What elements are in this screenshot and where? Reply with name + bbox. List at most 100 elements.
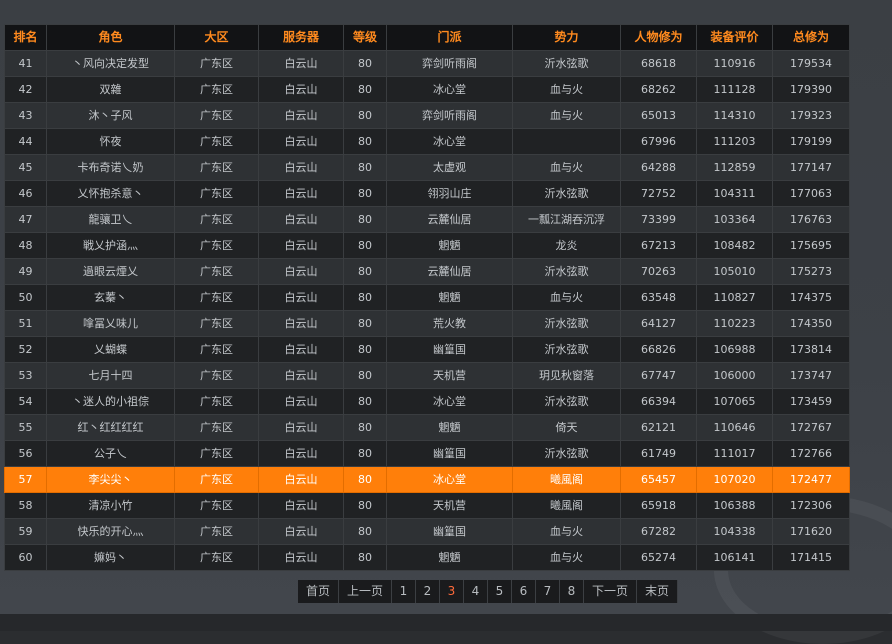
table-cell: 沂水弦歌 bbox=[512, 310, 621, 337]
table-cell: 魍魉 bbox=[386, 544, 513, 571]
table-cell: 怀夜 bbox=[46, 128, 175, 155]
table-cell: 80 bbox=[343, 544, 387, 571]
table-cell: 白云山 bbox=[258, 154, 344, 181]
table-row[interactable]: 43 沐丶子风 广东区 白云山 80 弈剑听雨阁 血与火 65013 114310 179323 bbox=[4, 102, 850, 129]
table-cell: 103364 bbox=[696, 206, 773, 233]
table-row[interactable]: 56 公子乀 广东区 白云山 80 幽篁国 沂水弦歌 61749 111017 172766 bbox=[4, 440, 850, 467]
table-cell: 179390 bbox=[772, 76, 850, 103]
table-cell: 63548 bbox=[620, 284, 697, 311]
table-cell: 沂水弦歌 bbox=[512, 180, 621, 207]
table-cell: 80 bbox=[343, 492, 387, 519]
table-row[interactable]: 48 戦乂护涵灬 广东区 白云山 80 魍魉 龙炎 67213 108482 175695 bbox=[4, 232, 850, 259]
table-row[interactable]: 55 红丶红红红红 广东区 白云山 80 魍魉 倚天 62121 110646 172767 bbox=[4, 414, 850, 441]
table-cell: 62121 bbox=[620, 414, 697, 441]
table-row[interactable]: 59 快乐的开心灬 广东区 白云山 80 幽篁国 血与火 67282 104338 171620 bbox=[4, 518, 850, 545]
table-cell: 沐丶子风 bbox=[46, 102, 175, 129]
table-cell: 177063 bbox=[772, 180, 850, 207]
table-cell: 111128 bbox=[696, 76, 773, 103]
next-page-button[interactable]: 下一页 bbox=[584, 580, 637, 603]
table-cell: 广东区 bbox=[174, 284, 259, 311]
table-cell: 太虚观 bbox=[386, 154, 513, 181]
table-cell: 卡布奇诺乀奶 bbox=[46, 154, 175, 181]
table-row[interactable]: 50 玄蓁丶 广东区 白云山 80 魍魉 血与火 63548 110827 174375 bbox=[4, 284, 850, 311]
column-header: 等级 bbox=[343, 24, 387, 51]
table-cell: 72752 bbox=[620, 180, 697, 207]
table-cell: 云麓仙居 bbox=[386, 258, 513, 285]
table-cell: 沂水弦歌 bbox=[512, 258, 621, 285]
ranking-table: 排名 角色 大区 服务器 等级 门派 势力 人物修为 装备评价 总修为 41 丶风向决定发型 广东区白… bbox=[4, 24, 850, 571]
page-number-button[interactable]: 2 bbox=[416, 580, 440, 603]
table-row[interactable]: 57 李尖尖丶 广东区 白云山 80 冰心堂 曦風阁 65457 107020 172477 bbox=[4, 466, 850, 493]
table-cell: 弈剑听雨阁 bbox=[386, 50, 513, 77]
table-cell: 广东区 bbox=[174, 440, 259, 467]
page-number-button[interactable]: 4 bbox=[464, 580, 488, 603]
table-cell: 血与火 bbox=[512, 102, 621, 129]
table-cell: 广东区 bbox=[174, 388, 259, 415]
table-cell: 67747 bbox=[620, 362, 697, 389]
prev-page-button[interactable]: 上一页 bbox=[339, 580, 392, 603]
table-cell: 幽篁国 bbox=[386, 518, 513, 545]
table-cell: 曦風阁 bbox=[512, 466, 621, 493]
table-cell: 龙炎 bbox=[512, 232, 621, 259]
table-cell: 80 bbox=[343, 336, 387, 363]
last-page-button[interactable]: 末页 bbox=[637, 580, 678, 603]
page-number-button: 3 bbox=[440, 580, 464, 603]
table-row[interactable]: 53 七月十四 广东区 白云山 80 天机营 玥见秋窗落 67747 106000 173747 bbox=[4, 362, 850, 389]
table-row[interactable]: 44 怀夜 广东区 白云山 80 冰心堂 67996 111203 179199 bbox=[4, 128, 850, 155]
table-cell: 白云山 bbox=[258, 492, 344, 519]
table-cell: 80 bbox=[343, 50, 387, 77]
table-cell: 64288 bbox=[620, 154, 697, 181]
column-header: 门派 bbox=[386, 24, 513, 51]
table-row[interactable]: 45 卡布奇诺乀奶 广东区 白云山 80 太虚观 血与火 64288 112859 177147 bbox=[4, 154, 850, 181]
table-cell: 沂水弦歌 bbox=[512, 440, 621, 467]
page-number-button[interactable]: 1 bbox=[392, 580, 416, 603]
first-page-button[interactable]: 首页 bbox=[298, 580, 339, 603]
table-cell: 广东区 bbox=[174, 414, 259, 441]
table-cell: 广东区 bbox=[174, 466, 259, 493]
table-cell: 48 bbox=[4, 232, 47, 259]
page-number-button[interactable]: 7 bbox=[536, 580, 560, 603]
table-cell: 174350 bbox=[772, 310, 850, 337]
page-number-button[interactable]: 6 bbox=[512, 580, 536, 603]
table-cell: 广东区 bbox=[174, 258, 259, 285]
table-cell: 广东区 bbox=[174, 518, 259, 545]
table-cell: 175695 bbox=[772, 232, 850, 259]
page-number-button[interactable]: 5 bbox=[488, 580, 512, 603]
table-cell: 白云山 bbox=[258, 466, 344, 493]
table-row[interactable]: 41 丶风向决定发型 广东区 白云山 80 弈剑听雨阁 沂水弦歌 68618 110916 179… bbox=[4, 50, 850, 77]
table-row[interactable]: 60 嫲妈丶 广东区 白云山 80 魍魉 血与火 65274 106141 171415 bbox=[4, 544, 850, 571]
table-cell: 冰心堂 bbox=[386, 466, 513, 493]
table-cell: 玥见秋窗落 bbox=[512, 362, 621, 389]
table-row[interactable]: 58 清凉小竹 广东区 白云山 80 天机营 曦風阁 65918 106388 172306 bbox=[4, 492, 850, 519]
table-row[interactable]: 54 丶迷人的小祖倧 广东区 白云山 80 冰心堂 沂水弦歌 66394 107065 17345… bbox=[4, 388, 850, 415]
table-cell: 公子乀 bbox=[46, 440, 175, 467]
table-cell: 弈剑听雨阁 bbox=[386, 102, 513, 129]
table-cell: 175273 bbox=[772, 258, 850, 285]
table-row[interactable]: 42 双雜 广东区 白云山 80 冰心堂 血与火 68262 111128 179390 bbox=[4, 76, 850, 103]
page-number-button[interactable]: 8 bbox=[560, 580, 584, 603]
table-cell: 沂水弦歌 bbox=[512, 388, 621, 415]
table-cell: 白云山 bbox=[258, 362, 344, 389]
table-cell: 魍魉 bbox=[386, 414, 513, 441]
table-cell: 80 bbox=[343, 232, 387, 259]
table-cell: 白云山 bbox=[258, 388, 344, 415]
table-cell: 111017 bbox=[696, 440, 773, 467]
table-cell: 171415 bbox=[772, 544, 850, 571]
table-cell: 广东区 bbox=[174, 232, 259, 259]
table-cell: 111203 bbox=[696, 128, 773, 155]
table-cell: 65013 bbox=[620, 102, 697, 129]
table-cell: 70263 bbox=[620, 258, 697, 285]
table-cell: 65918 bbox=[620, 492, 697, 519]
table-row[interactable]: 49 過眼云煙乂 广东区 白云山 80 云麓仙居 沂水弦歌 70263 105010 175273 bbox=[4, 258, 850, 285]
table-cell: 106988 bbox=[696, 336, 773, 363]
table-row[interactable]: 47 龍骧卫乀 广东区 白云山 80 云麓仙居 一瓢江湖吞沉浮 73399 103364 1767… bbox=[4, 206, 850, 233]
table-row[interactable]: 46 乂怀抱杀意丶 广东区 白云山 80 翎羽山庄 沂水弦歌 72752 104311 17706… bbox=[4, 180, 850, 207]
table-cell: 双雜 bbox=[46, 76, 175, 103]
table-cell: 广东区 bbox=[174, 206, 259, 233]
table-row[interactable]: 52 乂蝴蝶 广东区 白云山 80 幽篁国 沂水弦歌 66826 106988 173814 bbox=[4, 336, 850, 363]
table-cell: 李尖尖丶 bbox=[46, 466, 175, 493]
table-row[interactable]: 51 嗱冨乂味儿 广东区 白云山 80 荒火教 沂水弦歌 64127 110223 174350 bbox=[4, 310, 850, 337]
table-cell: 65274 bbox=[620, 544, 697, 571]
table-cell: 白云山 bbox=[258, 50, 344, 77]
table-cell: 白云山 bbox=[258, 284, 344, 311]
